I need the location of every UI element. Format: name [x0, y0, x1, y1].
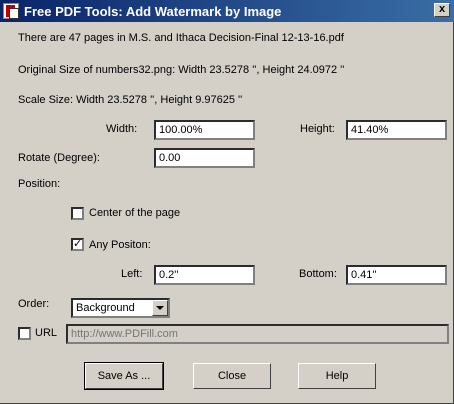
scale-size-text: Scale Size: Width 23.5278 '', Height 9.9… — [18, 94, 243, 106]
any-position-label: Any Positon: — [89, 239, 151, 251]
width-field[interactable] — [154, 120, 255, 140]
any-position-checkbox[interactable] — [71, 237, 84, 251]
left-label: Left: — [121, 268, 143, 280]
url-label: URL — [35, 327, 58, 339]
save-as-button[interactable]: Save As ... — [84, 362, 164, 390]
title-bar[interactable]: Free PDF Tools: Add Watermark by Image x — [0, 0, 454, 22]
center-page-checkbox[interactable] — [71, 207, 84, 220]
bottom-field[interactable] — [346, 265, 447, 285]
pages-info-text: There are 47 pages in M.S. and Ithaca De… — [18, 32, 344, 44]
height-field[interactable] — [346, 120, 447, 140]
help-button[interactable]: Help — [298, 363, 376, 389]
order-label: Order: — [18, 298, 50, 310]
pdf-app-icon — [3, 3, 19, 19]
width-label: Width: — [106, 123, 138, 135]
order-select[interactable]: Background — [71, 298, 170, 318]
rotate-label: Rotate (Degree): — [18, 152, 100, 164]
window-title: Free PDF Tools: Add Watermark by Image — [24, 4, 282, 19]
height-label: Height: — [300, 123, 335, 135]
close-window-button[interactable]: x — [434, 3, 450, 17]
position-label: Position: — [18, 178, 61, 190]
url-input[interactable] — [66, 324, 449, 344]
order-selected-value: Background — [76, 302, 135, 314]
rotate-field[interactable] — [154, 148, 255, 168]
bottom-label: Bottom: — [299, 268, 337, 280]
center-page-label: Center of the page — [89, 207, 181, 219]
close-button[interactable]: Close — [193, 363, 271, 389]
watermark-dialog: Free PDF Tools: Add Watermark by Image x… — [0, 0, 454, 404]
chevron-down-icon[interactable] — [152, 300, 168, 316]
original-size-text: Original Size of numbers32.png: Width 23… — [18, 64, 345, 76]
left-field[interactable] — [154, 265, 255, 285]
url-checkbox[interactable] — [18, 327, 31, 340]
